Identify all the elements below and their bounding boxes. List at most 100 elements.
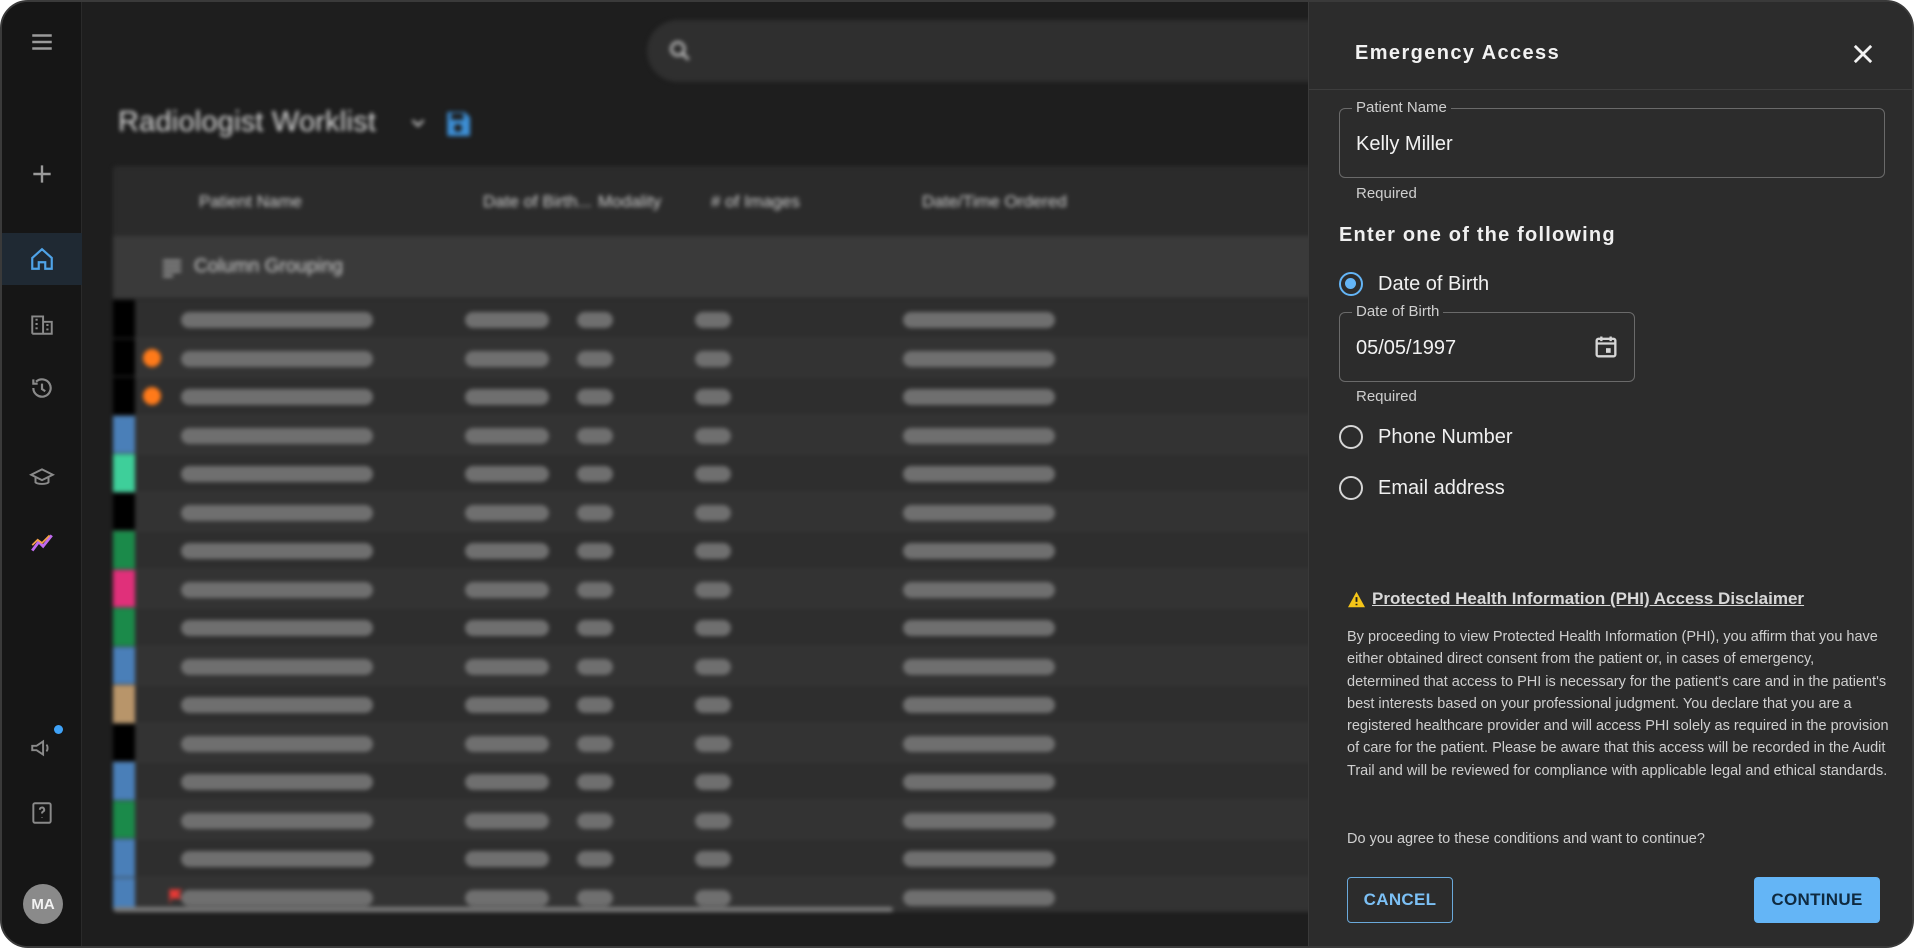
table-row[interactable] (113, 646, 1433, 685)
table-row[interactable] (113, 800, 1433, 839)
redacted-cell (465, 504, 549, 521)
row-color-tag (113, 569, 135, 607)
redacted-cell (577, 658, 613, 675)
nav-rail: MA (2, 2, 82, 946)
radio-phone[interactable]: Phone Number (1339, 422, 1513, 452)
dob-legend: Date of Birth (1352, 303, 1444, 320)
cancel-button[interactable]: CANCEL (1347, 877, 1453, 923)
save-icon[interactable] (442, 108, 474, 140)
redacted-cell (465, 312, 549, 328)
col-dob[interactable]: Date of Birth... (483, 192, 592, 212)
patient-name-legend: Patient Name (1352, 99, 1451, 116)
history-icon (32, 378, 52, 398)
row-color-tag (113, 608, 135, 646)
add-button[interactable] (2, 148, 82, 200)
table-row[interactable] (113, 839, 1433, 878)
nav-announcements[interactable] (2, 722, 82, 774)
patient-name-field[interactable]: Patient Name (1339, 99, 1885, 178)
col-modality[interactable]: Modality (598, 192, 661, 212)
redacted-cell (903, 774, 1055, 790)
table-row[interactable] (113, 338, 1433, 377)
column-grouping-bar[interactable]: Column Grouping (113, 236, 1433, 298)
menu-button[interactable] (2, 16, 82, 68)
nav-analytics[interactable] (2, 517, 82, 569)
redacted-cell (577, 389, 613, 405)
radio-email-control[interactable] (1339, 476, 1363, 500)
calendar-icon[interactable] (1592, 333, 1620, 361)
redacted-cell (695, 735, 731, 752)
search-icon (670, 41, 690, 61)
redacted-cell (465, 658, 549, 675)
radio-phone-label: Phone Number (1378, 425, 1513, 448)
dob-field[interactable]: Date of Birth (1339, 303, 1635, 382)
row-color-tag (113, 300, 135, 338)
table-row[interactable] (113, 723, 1433, 762)
redacted-cell (903, 504, 1055, 521)
nav-education[interactable] (2, 452, 82, 504)
redacted-cell (903, 735, 1055, 752)
nav-history[interactable] (2, 362, 82, 414)
table-row[interactable] (113, 454, 1433, 493)
radio-email[interactable]: Email address (1339, 473, 1505, 503)
row-color-tag (113, 800, 135, 838)
plus-icon (33, 165, 51, 183)
redacted-cell (465, 543, 549, 559)
nav-facilities[interactable] (2, 298, 82, 350)
table-row[interactable] (113, 608, 1433, 647)
redacted-cell (695, 697, 731, 713)
radio-email-label: Email address (1378, 476, 1505, 499)
worklist-title: Radiologist Worklist (118, 106, 377, 138)
col-date-ordered[interactable]: Date/Time Ordered (922, 192, 1067, 212)
nav-help[interactable] (2, 787, 82, 839)
redacted-cell (577, 581, 613, 598)
redacted-cell (903, 812, 1055, 829)
help-book-icon (32, 802, 52, 824)
redacted-cell (181, 812, 373, 829)
row-color-tag (113, 531, 135, 569)
radio-dob-control[interactable] (1339, 272, 1363, 296)
emergency-access-dialog: Emergency Access Patient Name Required E… (1308, 2, 1912, 946)
table-row[interactable] (113, 377, 1433, 416)
radio-phone-control[interactable] (1339, 425, 1363, 449)
redacted-cell (181, 889, 373, 906)
horizontal-scrollbar[interactable] (113, 907, 893, 912)
table-row[interactable] (113, 762, 1433, 801)
notification-dot (54, 725, 63, 734)
col-images[interactable]: # of Images (711, 192, 800, 212)
disclaimer-question: Do you agree to these conditions and wan… (1347, 831, 1705, 847)
close-icon[interactable] (1849, 40, 1877, 68)
redacted-cell (465, 466, 549, 482)
redacted-cell (181, 697, 373, 713)
redacted-cell (181, 466, 373, 482)
nav-home[interactable] (2, 233, 82, 285)
radio-dob[interactable]: Date of Birth (1339, 269, 1489, 299)
app-frame: MA Radiologist Worklist Patient Name Dat… (0, 0, 1914, 948)
patient-name-input[interactable] (1356, 133, 1792, 156)
school-icon (29, 468, 55, 485)
continue-button[interactable]: CONTINUE (1754, 877, 1880, 923)
redacted-cell (465, 812, 549, 829)
redacted-cell (577, 889, 613, 906)
redacted-cell (181, 312, 373, 328)
disclaimer-title[interactable]: Protected Health Information (PHI) Acces… (1372, 589, 1804, 609)
col-patient-name[interactable]: Patient Name (199, 192, 302, 212)
table-row[interactable] (113, 531, 1433, 570)
table-row[interactable] (113, 569, 1433, 608)
table-row[interactable] (113, 415, 1433, 454)
row-color-tag (113, 492, 135, 530)
table-row[interactable] (113, 492, 1433, 531)
radio-dob-label: Date of Birth (1378, 272, 1490, 295)
worklist-grid: Patient Name Date of Birth... Modality #… (113, 166, 1433, 912)
redacted-cell (465, 389, 549, 405)
chevron-down-icon[interactable] (407, 112, 429, 134)
row-color-tag (113, 839, 135, 877)
table-row[interactable] (113, 685, 1433, 724)
redacted-cell (903, 581, 1055, 598)
row-color-tag (113, 723, 135, 761)
home-icon (31, 247, 53, 270)
redacted-cell (695, 504, 731, 521)
user-avatar[interactable]: MA (23, 884, 63, 924)
table-row[interactable] (113, 300, 1433, 339)
redacted-cell (903, 697, 1055, 713)
dob-input[interactable] (1356, 337, 1556, 360)
